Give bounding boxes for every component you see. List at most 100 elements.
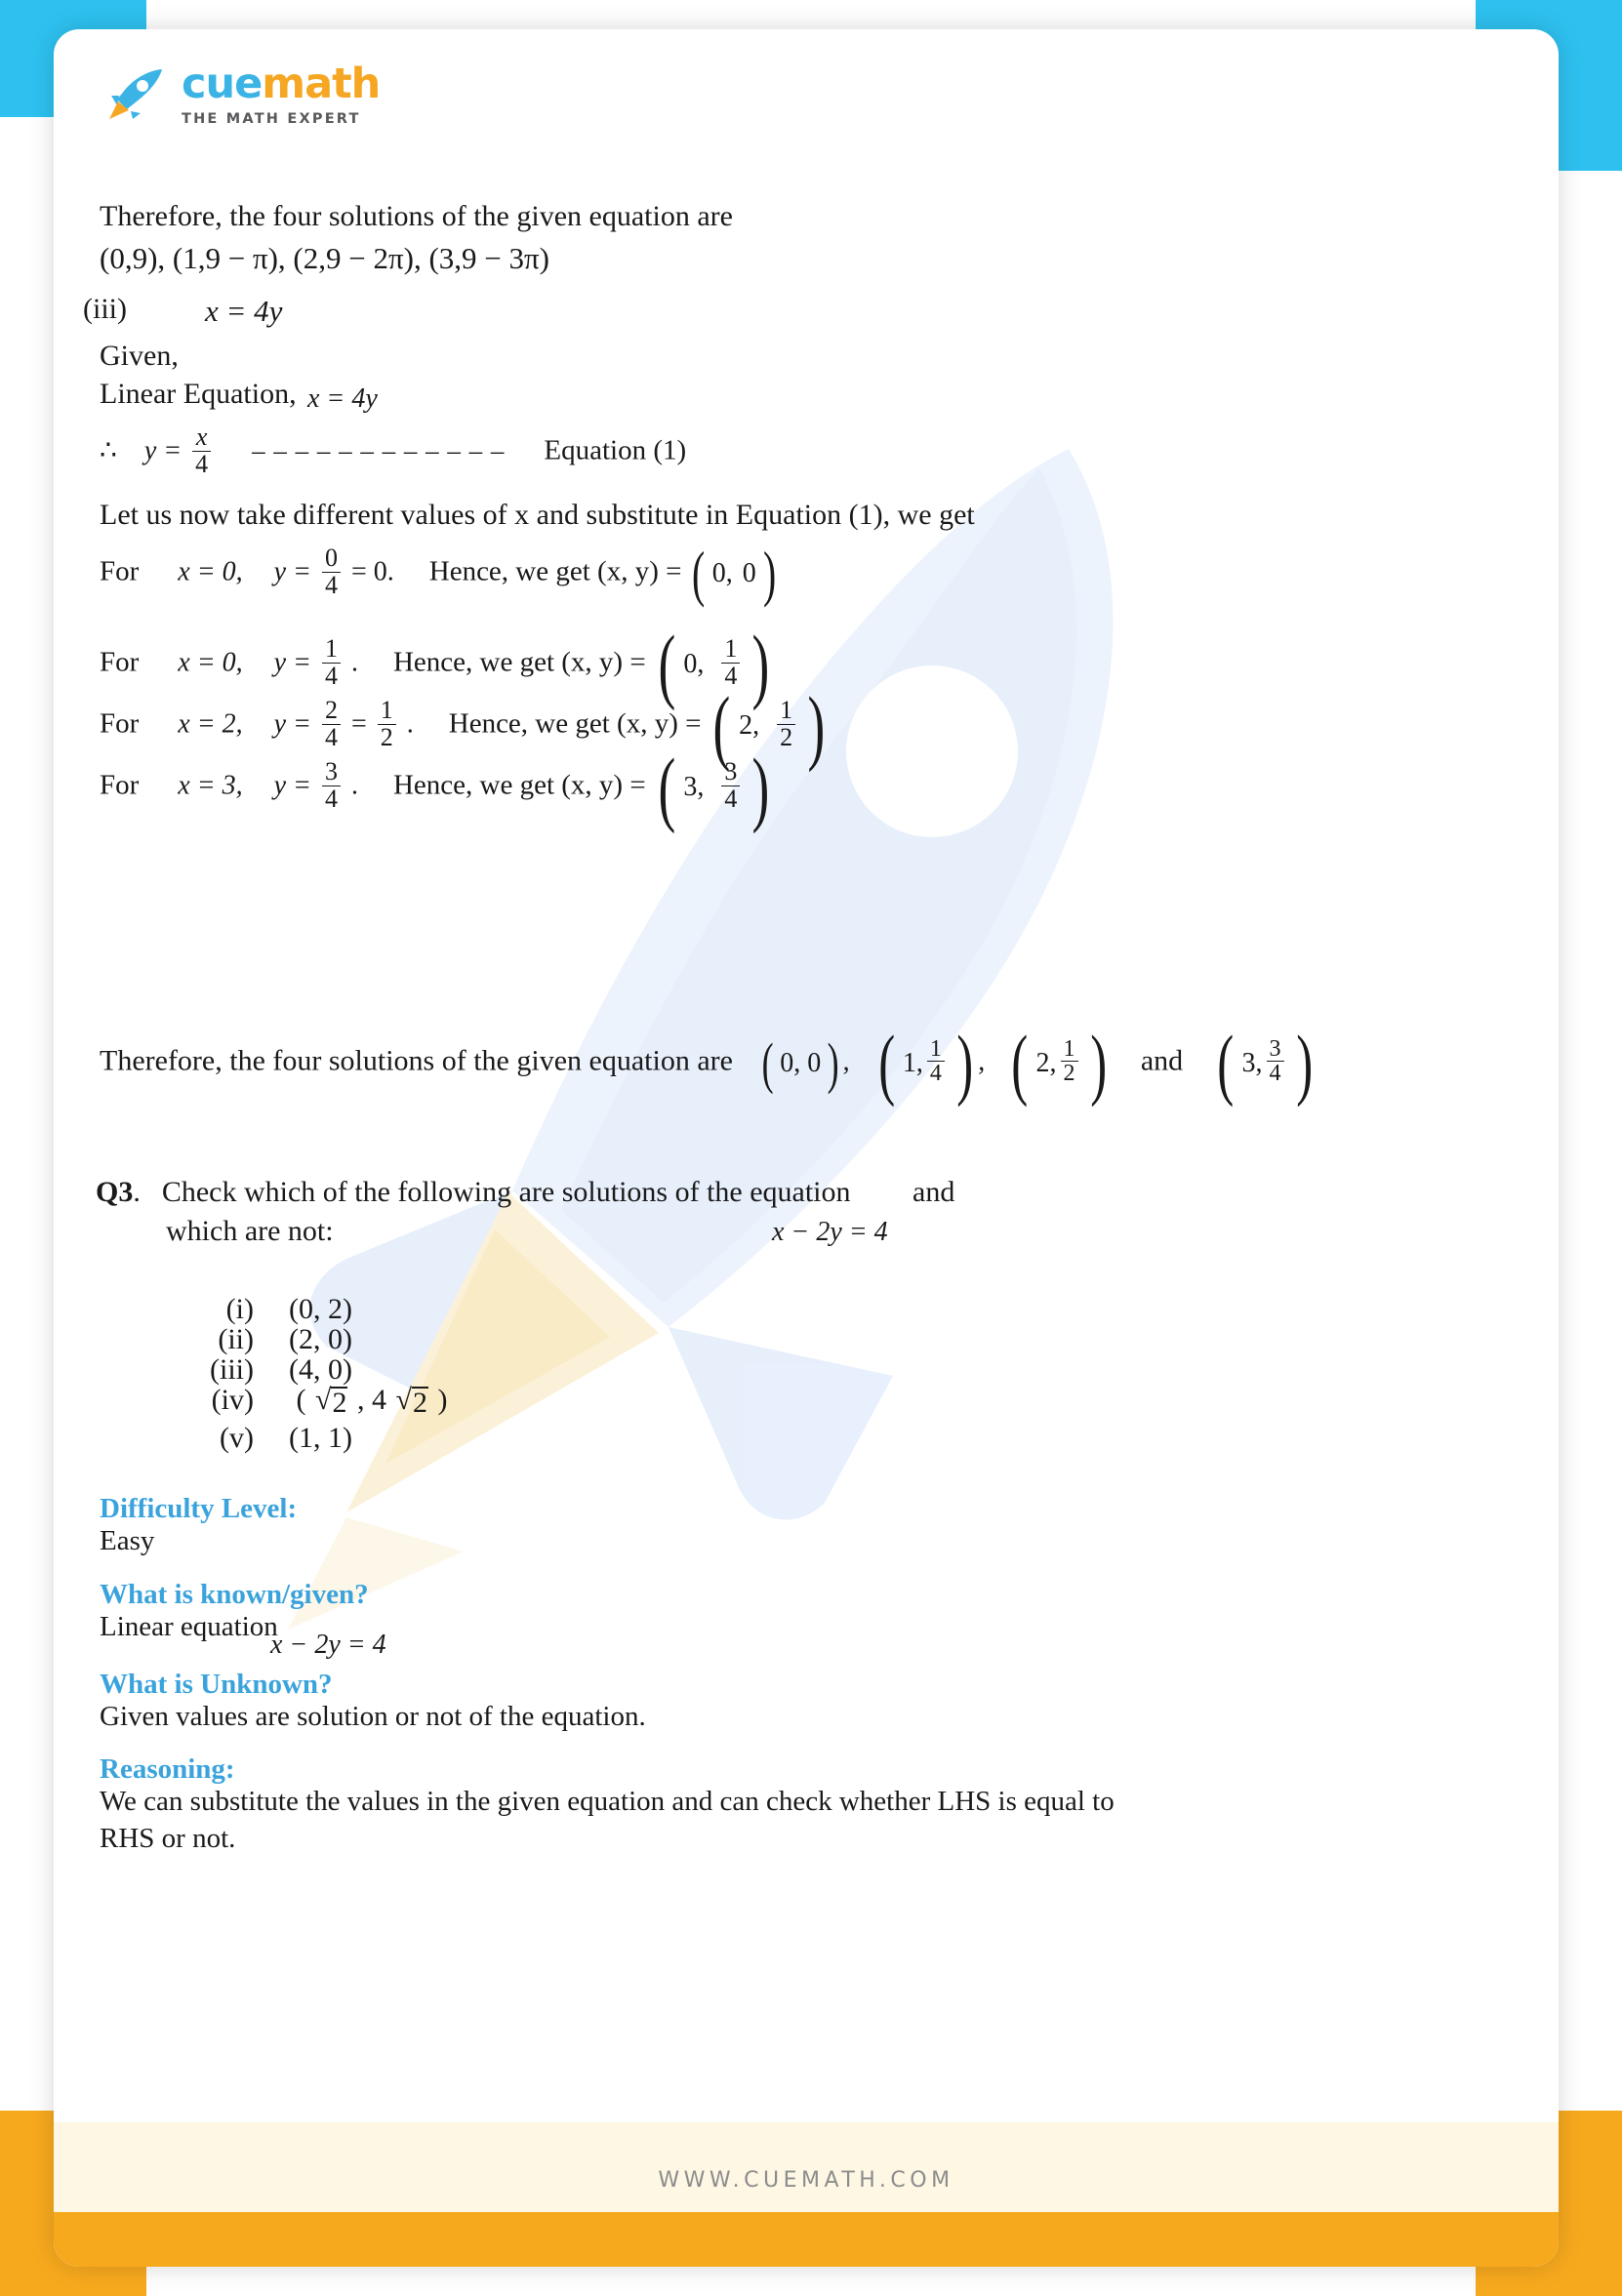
question-number: Q3: [96, 1176, 134, 1208]
row-result-pair: ( 0, 0 ): [692, 539, 777, 609]
option-item: (iv) ( √ 2 , 4 √ 2 ): [164, 1384, 448, 1419]
question-number-period: .: [133, 1176, 141, 1208]
final-comma-1: ,: [842, 1046, 850, 1077]
section-heading-unknown: What is Unknown?: [100, 1669, 333, 1700]
pair-y-numerator: 1: [780, 696, 793, 724]
final-pair-3-fraction: 1 2: [1060, 1036, 1078, 1086]
prev-solutions-line: (0,9), (1,9 − π), (2,9 − 2π), (3,9 − 3π): [100, 241, 549, 275]
option-paren-open: (: [296, 1384, 306, 1416]
question-equation: x − 2y = 4: [772, 1217, 888, 1248]
section-body-known: Linear equation: [100, 1611, 278, 1642]
row-fraction: 2 4: [321, 696, 341, 751]
final-pair-4-x: 3,: [1241, 1047, 1263, 1078]
fraction-numerator: x: [195, 423, 208, 451]
substitution-row: For x = 0, y = 1 4 . Hence, we get (x, y…: [100, 623, 775, 706]
row-fraction-numerator: 2: [324, 696, 338, 724]
sqrt-radicand: 2: [331, 1387, 348, 1419]
option-numeral: (v): [220, 1422, 254, 1454]
row-for-label: For: [100, 769, 140, 801]
final-pair-4-denominator: 4: [1266, 1061, 1284, 1086]
page-content: cuemath THE MATH EXPERT Therefore, the f…: [54, 29, 1559, 2267]
row-fraction-denominator: 4: [321, 723, 341, 751]
section-body-unknown: Given values are solution or not of the …: [100, 1701, 646, 1732]
row-hence-text: Hence, we get (x, y) =: [392, 646, 646, 678]
final-pair-4-fraction: 3 4: [1266, 1036, 1284, 1086]
option-mid: , 4: [356, 1384, 386, 1416]
prev-conclusion-text: Therefore, the four solutions of the giv…: [100, 200, 733, 232]
row-x-value: x = 0,: [178, 647, 243, 678]
final-pair-4: ( 3, 3 4 ): [1217, 1018, 1313, 1108]
final-comma-2: ,: [978, 1046, 986, 1077]
row-fraction-numerator: 3: [324, 757, 338, 785]
row-simplified-value: = 0.: [350, 556, 394, 587]
logo-word-cue: cue: [182, 60, 263, 108]
option-value: (0, 2): [289, 1293, 352, 1325]
row-fraction-denominator: 4: [321, 662, 341, 690]
final-pair-2-fraction: 1 4: [926, 1036, 945, 1086]
row-fraction-numerator: 1: [324, 634, 338, 663]
final-pair-2-numerator: 1: [929, 1036, 942, 1062]
row-fraction-numerator: 0: [324, 544, 338, 572]
question-equation-text: x − 2y = 4: [772, 1217, 888, 1247]
question-3-heading: Q3. Check which of the following are sol…: [96, 1176, 851, 1209]
footer-orange-bar: [54, 2212, 1559, 2267]
row-simplified-value: .: [406, 708, 414, 740]
row-simplified-value: .: [350, 647, 358, 678]
final-pair-4-numerator: 3: [1269, 1036, 1281, 1062]
question-text-line1: Check which of the following are solutio…: [161, 1176, 851, 1208]
final-pair-3-x: 2,: [1035, 1047, 1057, 1078]
final-pair-1-value: 0, 0: [780, 1047, 822, 1078]
pair-y: 0: [742, 558, 756, 589]
final-pair-3-denominator: 2: [1060, 1061, 1078, 1086]
row-hence-text: Hence, we get (x, y) =: [448, 707, 702, 740]
row-fraction-simplified: 1 2: [377, 696, 396, 750]
part-iii-label: (iii): [83, 293, 127, 325]
option-item: (i) (0, 2): [164, 1293, 352, 1326]
final-pair-3-numerator: 1: [1063, 1036, 1075, 1062]
row-x-value: x = 0,: [178, 556, 243, 587]
row-simplified-value: .: [350, 770, 358, 801]
fraction-denominator: 4: [192, 450, 212, 478]
option-item: (ii) (2, 0): [164, 1323, 352, 1356]
instruction-text: Let us now take different values of x an…: [100, 499, 975, 531]
option-value: (2, 0): [289, 1323, 352, 1355]
option-numeral: (ii): [218, 1323, 254, 1355]
fraction-x-over-4: x 4: [192, 423, 212, 478]
pair-x: 3,: [683, 772, 705, 803]
row-for-label: For: [100, 555, 140, 587]
linear-equation-label: Linear Equation,: [100, 378, 297, 410]
dashed-separator: – – – – – – – – – – – –: [252, 435, 506, 465]
row-fraction2-numerator: 1: [380, 696, 393, 724]
row-fraction: 0 4: [321, 544, 341, 599]
row-x-value: x = 3,: [178, 770, 243, 801]
final-conclusion: Therefore, the four solutions of the giv…: [100, 1018, 1318, 1108]
row-y-label: y =: [273, 647, 311, 678]
equation-tag: Equation (1): [544, 434, 687, 466]
section-heading-difficulty: Difficulty Level:: [100, 1493, 298, 1524]
row-hence-text: Hence, we get (x, y) =: [392, 769, 646, 801]
substitution-row: For x = 3, y = 3 4 . Hence, we get (x, y…: [100, 741, 775, 835]
row-y-label: y =: [273, 770, 311, 801]
row-result-pair: ( 3, 3 4 ): [658, 741, 770, 835]
question-and-word: and: [912, 1176, 955, 1208]
final-pair-2-denominator: 4: [926, 1061, 945, 1086]
option-value: (4, 0): [289, 1353, 352, 1386]
section-heading-known: What is known/given?: [100, 1579, 369, 1610]
row-fraction-denominator: 4: [321, 571, 341, 599]
document-page: cuemath THE MATH EXPERT Therefore, the f…: [54, 29, 1559, 2267]
section-body-reasoning-line1: We can substitute the values in the give…: [100, 1786, 1115, 1817]
pair-x: 2,: [739, 710, 760, 742]
row-hence-text: Hence, we get (x, y) =: [428, 555, 682, 587]
pair-y-fraction: 1 2: [777, 696, 796, 751]
section-heading-reasoning: Reasoning:: [100, 1753, 235, 1785]
option-item: (iii) (4, 0): [164, 1353, 352, 1387]
pair-y-denominator: 2: [777, 723, 796, 751]
sqrt-radicand: 2: [411, 1387, 428, 1419]
linear-equation-value: x = 4y: [307, 383, 378, 414]
section-body-reasoning-line2: RHS or not.: [100, 1823, 236, 1854]
cuemath-logo: cuemath THE MATH EXPERT: [107, 60, 381, 127]
pair-x: 0,: [683, 649, 705, 680]
logo-tagline: THE MATH EXPERT: [182, 111, 361, 127]
pair-y-fraction: 3 4: [721, 758, 741, 812]
row-y-label: y =: [273, 708, 311, 740]
